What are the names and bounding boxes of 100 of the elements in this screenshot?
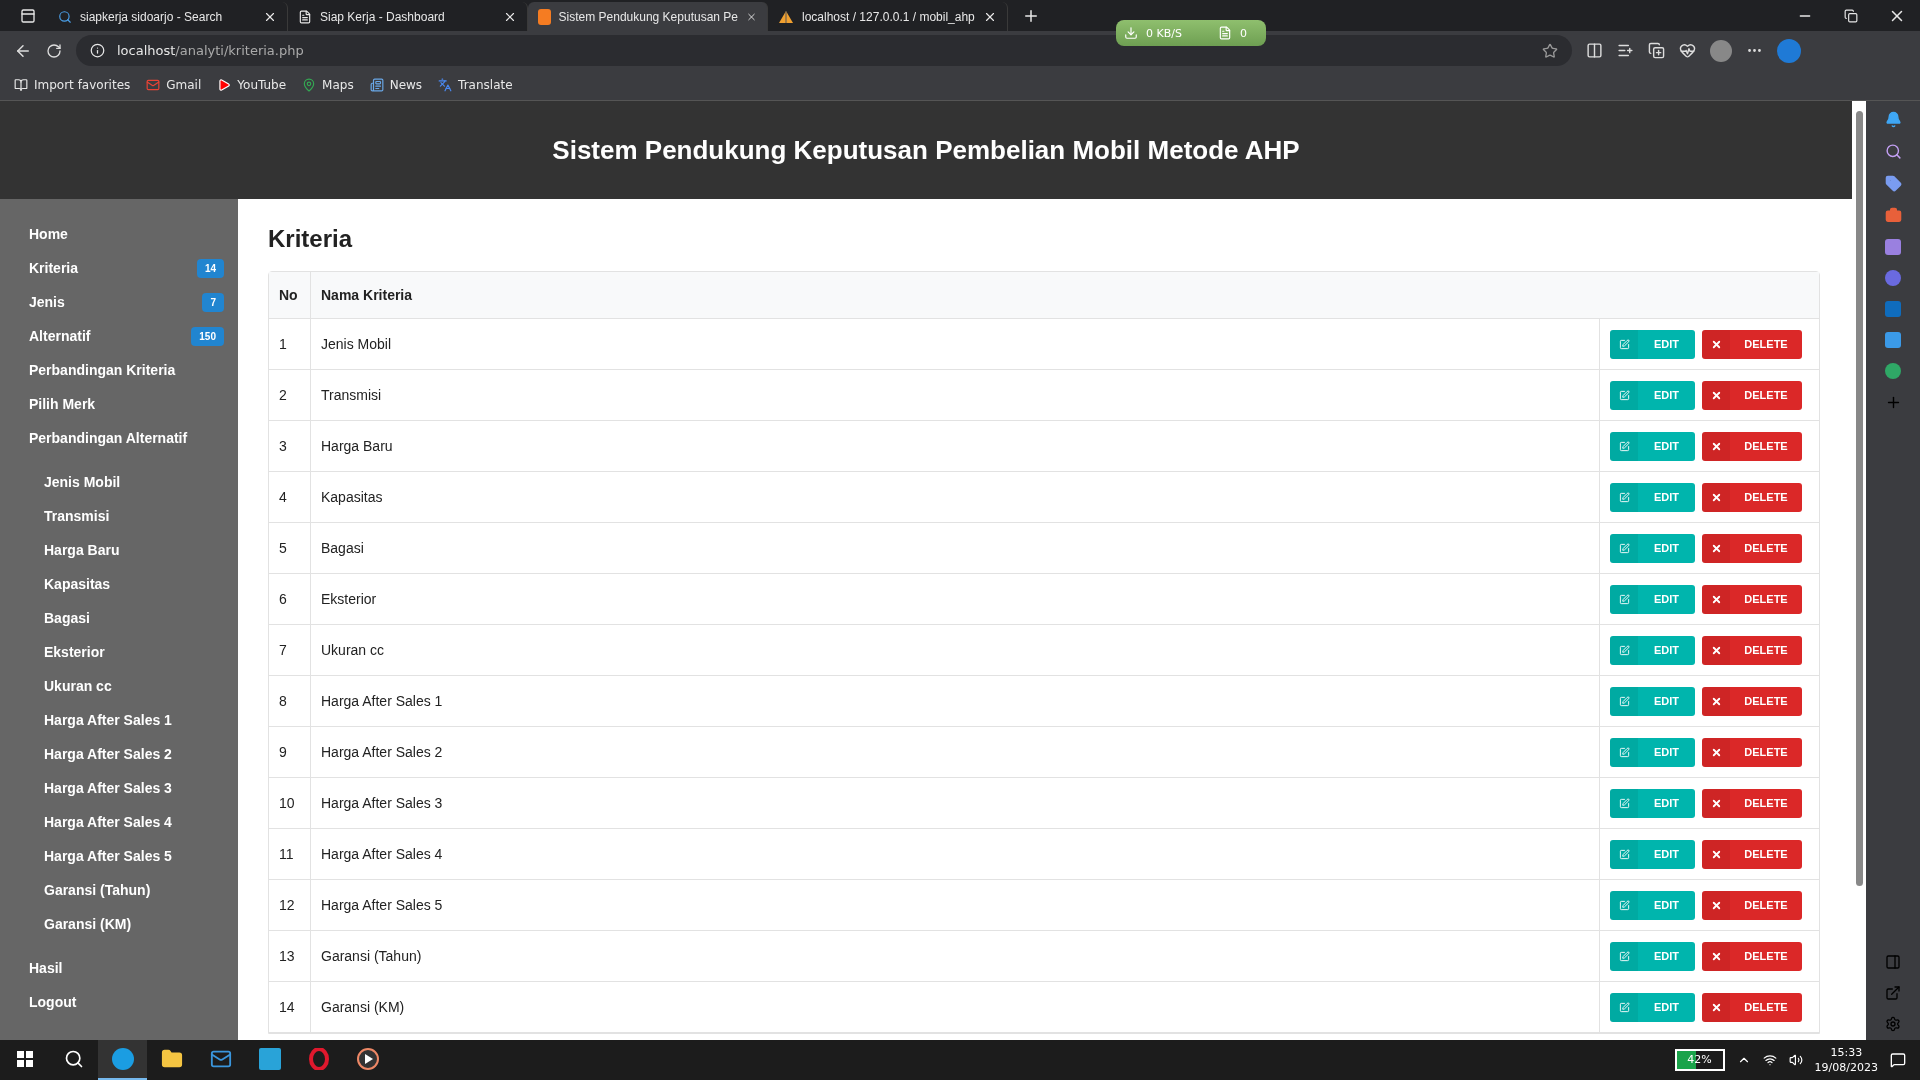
- sidebar-link[interactable]: Harga After Sales 5: [0, 839, 238, 873]
- table-cell-text: Ukuran cc: [320, 641, 386, 660]
- edit-icon: [1618, 746, 1630, 758]
- table-cell: 6: [269, 574, 311, 624]
- tag-icon[interactable]: [1884, 175, 1902, 192]
- table-cell: 8: [269, 676, 311, 726]
- sidebar-link[interactable]: Ukuran cc: [0, 669, 238, 703]
- delete-button[interactable]: DELETE: [1702, 431, 1802, 461]
- sail-icon: [778, 9, 794, 24]
- sidebar-link[interactable]: Harga After Sales 4: [0, 805, 238, 839]
- edit-icon: [1618, 899, 1630, 911]
- sidebar-link[interactable]: Harga After Sales 3: [0, 771, 238, 805]
- clock[interactable]: 15:33 19/08/2023: [1814, 1045, 1878, 1075]
- browser-tab[interactable]: Sistem Pendukung Keputusan Pe: [528, 2, 768, 31]
- delete-button[interactable]: DELETE: [1702, 533, 1802, 563]
- edit-icon: [1618, 644, 1630, 656]
- sidebar-link[interactable]: Harga Baru: [0, 533, 238, 567]
- tab-actions-icon[interactable]: [20, 7, 36, 24]
- sidebar-link[interactable]: Hasil: [0, 951, 238, 985]
- table-cell-text: Harga After Sales 5: [320, 896, 444, 915]
- table-cell-text: Harga After Sales 4: [320, 845, 444, 864]
- close-icon: [1710, 848, 1722, 860]
- sidebar-link[interactable]: Jenis Mobil: [0, 465, 238, 499]
- windows-icon[interactable]: [16, 1051, 33, 1067]
- ring-icon: [307, 1048, 330, 1070]
- delete-button[interactable]: DELETE: [1702, 941, 1802, 971]
- briefcase-icon[interactable]: [1884, 207, 1902, 224]
- edit-icon: [1618, 338, 1630, 350]
- favorite-link[interactable]: Import favorites: [14, 78, 131, 92]
- delete-button[interactable]: DELETE: [1702, 380, 1802, 410]
- edit-icon: [1618, 950, 1630, 962]
- close-icon: [1710, 593, 1722, 605]
- bell-icon[interactable]: [1884, 111, 1902, 128]
- table-cell: 9: [269, 727, 311, 777]
- collections-icon[interactable]: [1648, 42, 1665, 59]
- delete-button[interactable]: DELETE: [1702, 329, 1802, 359]
- favorites-icon[interactable]: [1617, 42, 1634, 59]
- health-icon[interactable]: [1679, 42, 1696, 59]
- table-cell: 14: [269, 982, 311, 1032]
- favorite-link[interactable]: News: [369, 78, 423, 92]
- sidebar-link[interactable]: Alternatif 150: [0, 319, 238, 353]
- play-icon: [356, 1048, 379, 1070]
- table-cell: 12: [269, 880, 311, 930]
- map-pin-icon: [302, 78, 317, 92]
- close-icon: [1710, 389, 1722, 401]
- table-cell: 5: [269, 523, 311, 573]
- sidebar-link[interactable]: Garansi (Tahun): [0, 873, 238, 907]
- delete-button[interactable]: DELETE: [1702, 737, 1802, 767]
- delete-button[interactable]: DELETE: [1702, 890, 1802, 920]
- volume-icon[interactable]: [1788, 1053, 1803, 1067]
- list-icon: [1217, 26, 1232, 40]
- split-screen-icon[interactable]: [1586, 42, 1603, 59]
- restore-icon[interactable]: [1844, 8, 1858, 23]
- delete-button[interactable]: DELETE: [1702, 788, 1802, 818]
- sidebar-link[interactable]: Jenis 7: [0, 285, 238, 319]
- favorite-link[interactable]: YouTube: [217, 78, 287, 92]
- close-icon: [1710, 950, 1722, 962]
- favorite-link[interactable]: Maps: [302, 78, 354, 92]
- sidebar-link[interactable]: Garansi (KM): [0, 907, 238, 941]
- close-icon: [1710, 491, 1722, 503]
- delete-button[interactable]: DELETE: [1702, 686, 1802, 716]
- delete-button[interactable]: DELETE: [1702, 584, 1802, 614]
- sidebar-link[interactable]: Pilih Merk: [0, 387, 238, 421]
- sidebar-link[interactable]: Transmisi: [0, 499, 238, 533]
- delete-button[interactable]: DELETE: [1702, 635, 1802, 665]
- sidebar-link[interactable]: Eksterior: [0, 635, 238, 669]
- close-icon: [1710, 644, 1722, 656]
- mail-icon: [146, 78, 161, 92]
- delete-button[interactable]: DELETE: [1702, 839, 1802, 869]
- sidebar-link[interactable]: Harga After Sales 1: [0, 703, 238, 737]
- search-icon[interactable]: [63, 1049, 84, 1069]
- reload-icon[interactable]: [46, 42, 62, 59]
- sidebar-link[interactable]: Kapasitas: [0, 567, 238, 601]
- delete-button[interactable]: DELETE: [1702, 992, 1802, 1022]
- import-icon: [14, 78, 28, 92]
- delete-button[interactable]: DELETE: [1702, 482, 1802, 512]
- notification-icon[interactable]: [1890, 1052, 1906, 1068]
- edit-icon: [1618, 1001, 1630, 1013]
- table-cell: 3: [269, 421, 311, 471]
- close-icon: [1710, 1001, 1722, 1013]
- table-cell: 13: [269, 931, 311, 981]
- avatar-icon[interactable]: [1710, 39, 1732, 62]
- sidebar-link[interactable]: Bagasi: [0, 601, 238, 635]
- sidebar-toggle-icon[interactable]: [1885, 954, 1901, 970]
- table-cell-text: Garansi (KM): [320, 998, 406, 1017]
- edit-icon: [1618, 797, 1630, 809]
- favorite-link[interactable]: Translate: [438, 78, 513, 92]
- info-icon[interactable]: [90, 43, 105, 58]
- table-cell: 10: [269, 778, 311, 828]
- wifi-icon[interactable]: [1762, 1053, 1777, 1067]
- sidebar-link[interactable]: Perbandingan Kriteria: [0, 353, 238, 387]
- count-badge: 7: [202, 292, 224, 312]
- sidebar-link[interactable]: Perbandingan Alternatif: [0, 421, 238, 455]
- favorite-icon[interactable]: [1542, 42, 1558, 59]
- sidebar-link[interactable]: Home: [0, 217, 238, 251]
- table-cell: 1: [269, 319, 311, 369]
- sidebar-link[interactable]: Kriteria 14: [0, 251, 238, 285]
- sidebar-link[interactable]: Harga After Sales 2: [0, 737, 238, 771]
- favorite-link[interactable]: Gmail: [146, 78, 202, 92]
- sidebar-link[interactable]: Logout: [0, 985, 238, 1019]
